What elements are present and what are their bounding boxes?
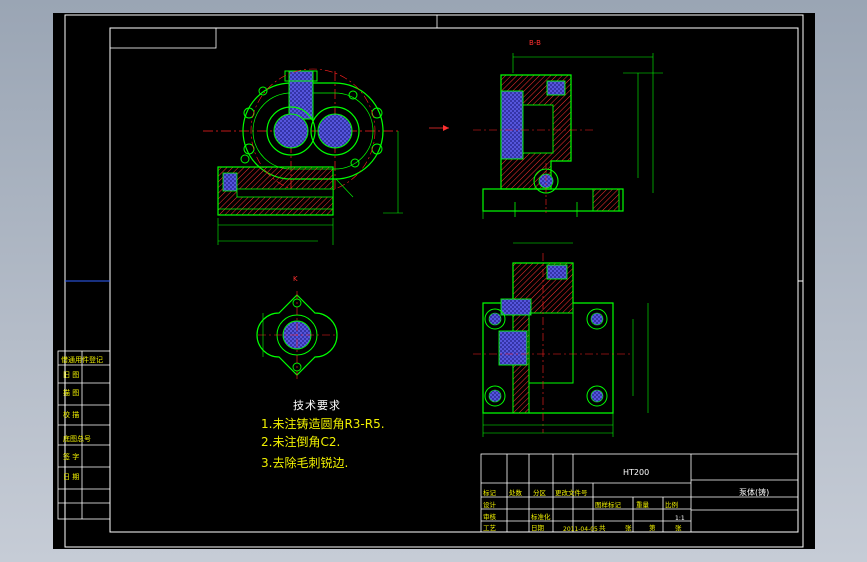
- view-k: K: [256, 275, 338, 381]
- inner-frame: [109, 27, 799, 533]
- tech-requirements-title: 技术要求: [293, 399, 341, 412]
- svg-text:张: 张: [675, 523, 682, 532]
- svg-text:日期: 日期: [531, 524, 545, 532]
- svg-text:设计: 设计: [483, 500, 497, 509]
- cad-drawing: 借通用件登记 旧 图 描 图 校 描 底图总号 签 字 日 期 标记 处数 分区…: [57, 14, 804, 548]
- svg-text:签 字: 签 字: [63, 452, 79, 461]
- date-value: 2011-04-05: [563, 526, 598, 533]
- view-k-label: K: [293, 275, 298, 283]
- svg-text:借通用件登记: 借通用件登记: [61, 355, 103, 364]
- svg-text:旧 图: 旧 图: [63, 371, 79, 379]
- top-left-box: [109, 27, 217, 49]
- svg-text:日 期: 日 期: [63, 473, 79, 481]
- section-label: B-B: [529, 39, 541, 47]
- part-name: 泵体(铸): [739, 488, 770, 497]
- material-value: HT200: [623, 468, 650, 477]
- svg-text:分区: 分区: [533, 488, 547, 497]
- svg-text:张: 张: [625, 523, 632, 532]
- svg-text:校 描: 校 描: [63, 410, 79, 419]
- svg-text:工艺: 工艺: [483, 524, 497, 532]
- svg-text:底图总号: 底图总号: [63, 434, 91, 443]
- tech-note-3: 3.去除毛刺锐边.: [261, 456, 349, 470]
- svg-text:标记: 标记: [483, 488, 497, 497]
- front-view: [203, 68, 403, 245]
- svg-text:重量: 重量: [636, 501, 650, 509]
- svg-text:描 图: 描 图: [63, 388, 79, 397]
- svg-text:第: 第: [649, 523, 656, 532]
- svg-text:审核: 审核: [483, 512, 497, 521]
- drawing-sheet: 借通用件登记 旧 图 描 图 校 描 底图总号 签 字 日 期 标记 处数 分区…: [53, 13, 815, 549]
- svg-text:比例: 比例: [665, 500, 678, 509]
- svg-text:共: 共: [599, 523, 606, 532]
- outer-frame: [64, 14, 804, 548]
- svg-text:更改文件号: 更改文件号: [555, 488, 588, 497]
- top-view: [473, 242, 649, 437]
- svg-text:处数: 处数: [509, 488, 523, 497]
- tech-note-2: 2.未注倒角C2.: [261, 435, 341, 449]
- section-b-b-view: B-B: [429, 39, 663, 219]
- svg-text:标准化: 标准化: [531, 512, 551, 521]
- svg-text:图样标记: 图样标记: [595, 500, 622, 509]
- scale-value: 1:1: [675, 515, 685, 522]
- tech-note-1: 1.未注铸造圆角R3-R5.: [261, 417, 385, 431]
